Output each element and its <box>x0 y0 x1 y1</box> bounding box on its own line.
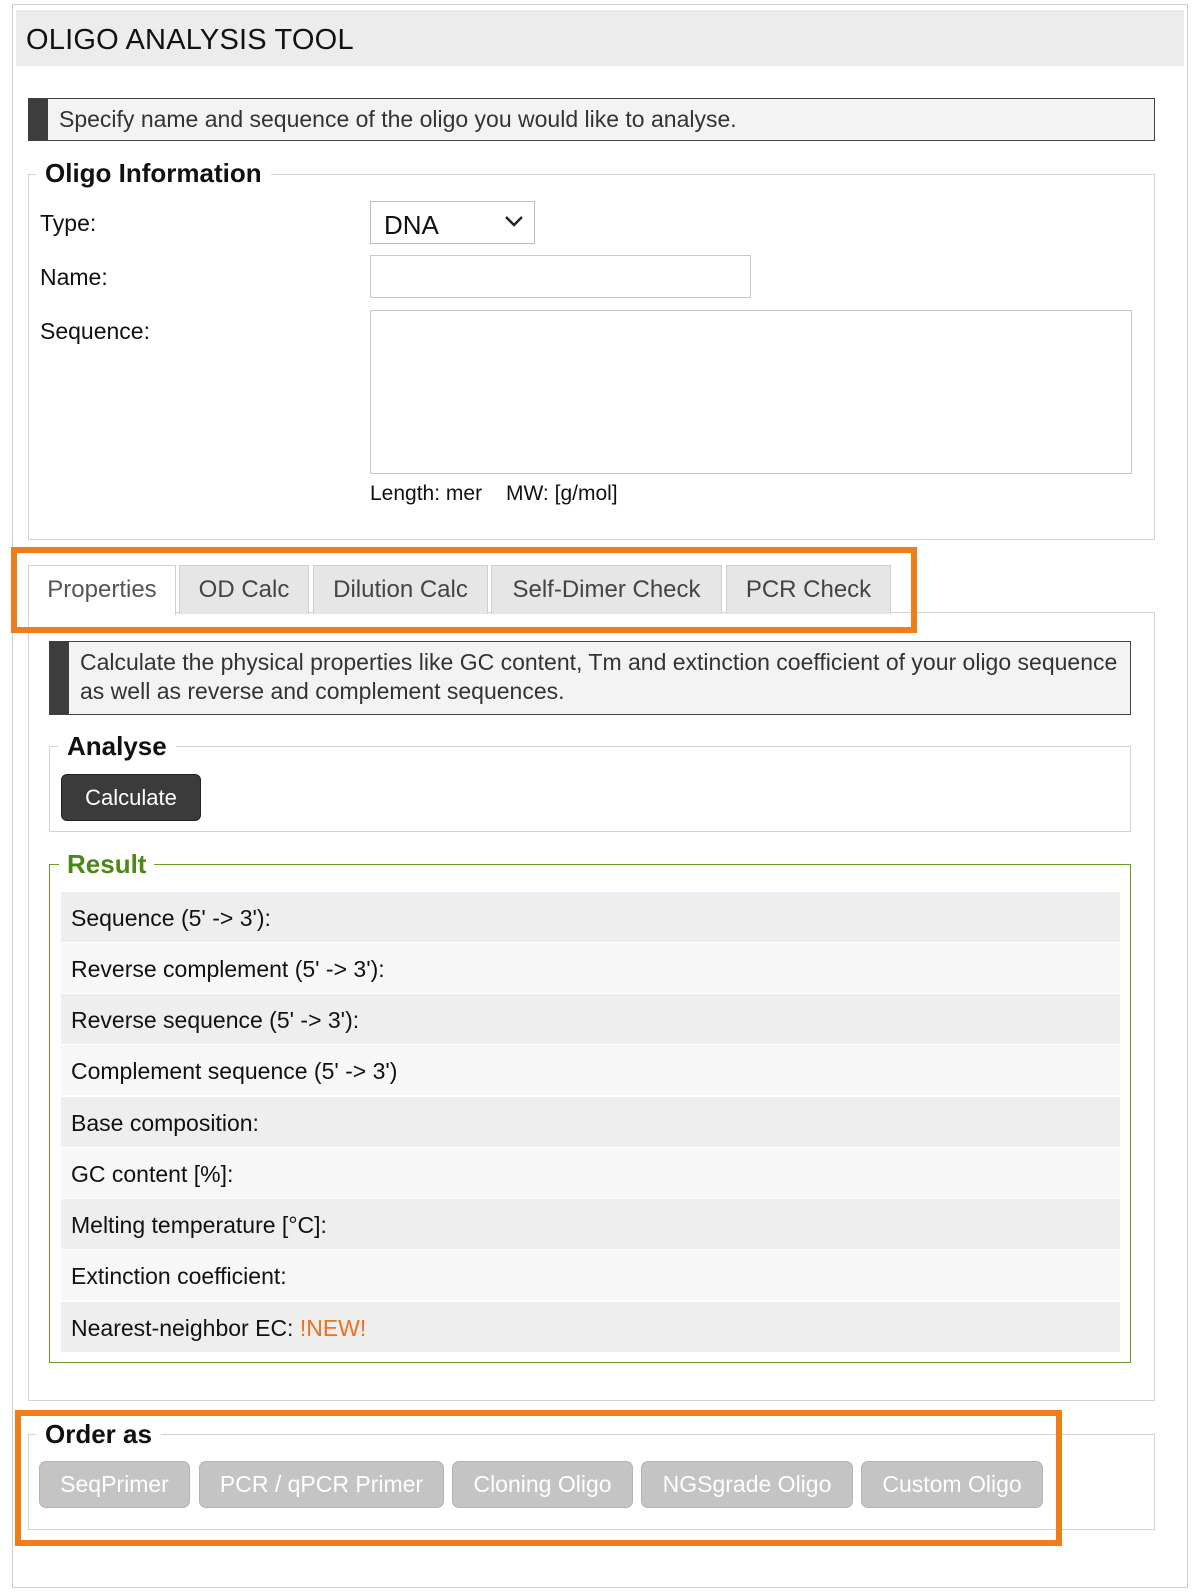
analyse-fieldset <box>49 746 1131 832</box>
properties-hint: Calculate the physical properties like G… <box>49 641 1131 715</box>
name-label: Name: <box>40 264 108 290</box>
type-select-value: DNA <box>384 210 439 240</box>
name-input[interactable] <box>370 255 751 298</box>
app-title: OLIGO ANALYSIS TOOL <box>26 24 354 56</box>
result-row-nearest-neighbor-ec: Nearest-neighbor EC: !NEW! <box>61 1302 1120 1352</box>
order-cloning-oligo-button[interactable]: Cloning Oligo <box>452 1461 633 1508</box>
mw-readout: MW: [g/mol] <box>506 482 618 505</box>
sequence-textarea[interactable] <box>370 310 1132 474</box>
order-pcr-qpcr-primer-button[interactable]: PCR / qPCR Primer <box>199 1461 444 1508</box>
order-legend: Order as <box>36 1419 161 1450</box>
result-row-complement-sequence: Complement sequence (5' -> 3') <box>61 1045 1120 1095</box>
nearest-neighbor-ec-label: Nearest-neighbor EC: <box>71 1315 294 1341</box>
tab-od-calc[interactable]: OD Calc <box>179 565 309 614</box>
length-readout: Length: mer <box>370 482 483 505</box>
result-row-melting-temperature: Melting temperature [°C]: <box>61 1199 1120 1249</box>
order-custom-oligo-button[interactable]: Custom Oligo <box>861 1461 1043 1508</box>
result-legend: Result <box>59 849 155 880</box>
result-row-base-composition: Base composition: <box>61 1097 1120 1147</box>
tab-pcr-check[interactable]: PCR Check <box>726 565 891 614</box>
tab-properties[interactable]: Properties <box>28 565 176 615</box>
type-label: Type: <box>40 210 97 236</box>
sequence-label: Sequence: <box>40 318 150 344</box>
chevron-down-icon <box>505 216 523 227</box>
result-row-sequence: Sequence (5' -> 3'): <box>61 892 1120 942</box>
tab-self-dimer-check[interactable]: Self-Dimer Check <box>491 565 722 614</box>
new-badge: !NEW! <box>299 1315 367 1341</box>
tab-dilution-calc[interactable]: Dilution Calc <box>313 565 488 614</box>
order-seqprimer-button[interactable]: SeqPrimer <box>39 1461 190 1508</box>
result-row-reverse-complement: Reverse complement (5' -> 3'): <box>61 943 1120 993</box>
result-row-extinction-coefficient: Extinction coefficient: <box>61 1250 1120 1300</box>
analyse-legend: Analyse <box>58 731 176 762</box>
result-row-reverse-sequence: Reverse sequence (5' -> 3'): <box>61 994 1120 1044</box>
type-select[interactable]: DNA <box>370 201 535 244</box>
result-row-gc-content: GC content [%]: <box>61 1148 1120 1198</box>
calculate-button[interactable]: Calculate <box>61 774 201 821</box>
oligo-info-legend: Oligo Information <box>36 158 271 189</box>
intro-hint: Specify name and sequence of the oligo y… <box>28 98 1155 141</box>
order-ngsgrade-oligo-button[interactable]: NGSgrade Oligo <box>641 1461 853 1508</box>
